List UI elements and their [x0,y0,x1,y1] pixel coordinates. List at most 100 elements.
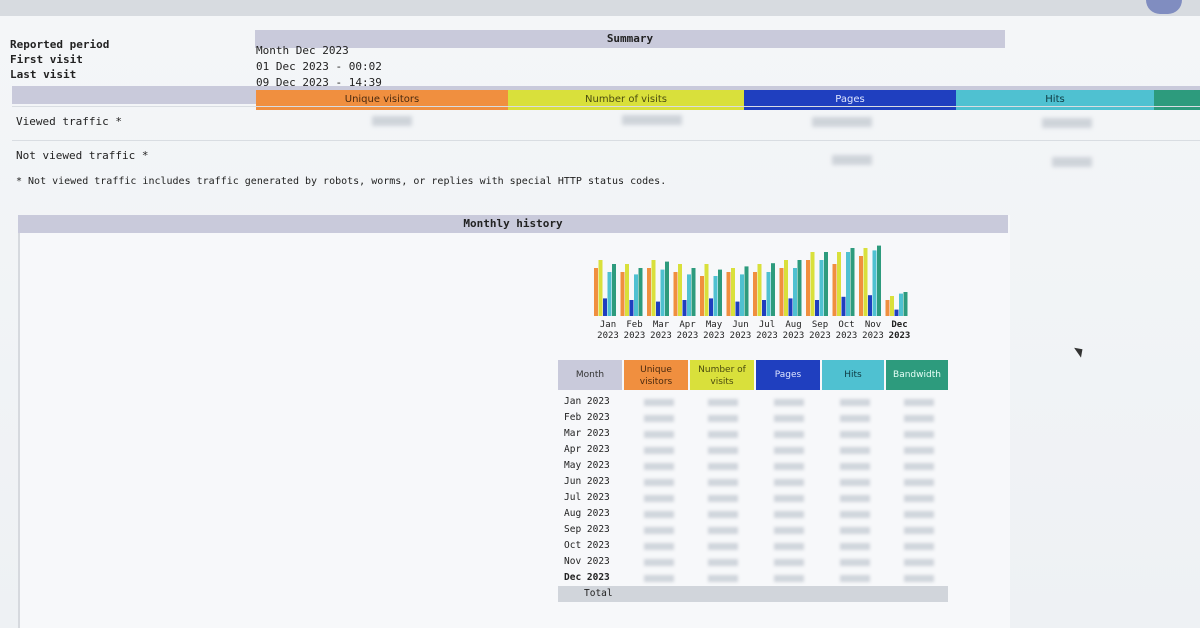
month-tick-label: May [705,320,723,330]
table-row-month: Oct 2023 [564,540,610,551]
traffic-footnote: * Not viewed traffic includes traffic ge… [16,176,667,187]
month-tick: Jun 2023 [727,320,755,342]
bar-unique-visitors-8 [806,260,810,316]
month-tick-label: Jul [758,320,776,330]
bar-number-of-visits-8 [810,252,815,316]
bar-hits-3 [687,274,691,316]
blurred-cell [708,575,738,582]
bar-number-of-visits-1 [625,264,629,316]
bar-unique-visitors-10 [859,256,863,316]
bar-unique-visitors-6 [753,272,757,316]
blurred-cell [840,447,870,454]
blurred-cell [840,559,870,566]
blurred-cell [774,575,804,582]
bar-hits-6 [766,272,771,316]
bar-hits-5 [740,274,744,316]
th-number-of-visits: Number of visits [690,360,754,390]
bar-bandwidth-1 [638,268,643,316]
blurred-cell [904,527,934,534]
table-row-month: Apr 2023 [564,444,610,455]
blurred-cell [840,415,870,422]
table-row: Aug 2023 [558,506,948,522]
bar-unique-visitors-7 [779,268,784,316]
blurred-cell [904,415,934,422]
monthly-history-table: Month Unique visitors Number of visits P… [558,360,948,610]
bar-hits-0 [607,272,612,316]
bar-number-of-visits-2 [651,260,656,316]
summary-title: Summary [255,30,1005,48]
blurred-cell [644,527,674,534]
table-row-month: Sep 2023 [564,524,610,535]
last-visit-label: Last visit [10,68,77,81]
bar-hits-10 [872,250,877,316]
month-tick-year: 2023 [676,331,699,341]
table-row: Feb 2023 [558,410,948,426]
bar-number-of-visits-0 [598,260,603,316]
monthly-history-chart: Jan 2023 Feb 2023 Mar 2023 Apr 2023 May 2023 Jun 20… [590,236,920,346]
bar-unique-visitors-1 [620,272,625,316]
blurred-cell [644,431,674,438]
blurred-cell [708,447,738,454]
first-visit-value: 01 Dec 2023 - 00:02 [256,60,382,73]
month-tick: Oct 2023 [833,320,861,342]
blurred-cell [774,431,804,438]
bar-bandwidth-9 [850,248,855,316]
bar-hits-9 [846,252,850,316]
blurred-value [622,115,682,125]
month-tick-label: Apr [679,320,696,330]
blurred-cell [774,399,804,406]
table-row-month: Jan 2023 [564,396,610,407]
bar-number-of-visits-7 [784,260,788,316]
table-row-month: Jul 2023 [564,492,610,503]
table-row: Nov 2023 [558,554,948,570]
table-total-row: Total [558,586,948,602]
month-tick-year: 2023 [888,331,911,341]
blurred-cell [904,479,934,486]
table-row-month: Aug 2023 [564,508,610,519]
th-unique-visitors: Unique visitors [624,360,688,390]
total-label: Total [584,588,613,599]
month-tick: Aug 2023 [780,320,808,342]
first-visit-label: First visit [10,53,83,66]
blurred-cell [840,399,870,406]
blurred-cell [644,511,674,518]
blurred-cell [774,479,804,486]
bar-number-of-visits-11 [890,296,894,316]
page: Summary Reported period Month Dec 2023 F… [0,0,1200,628]
month-tick: Mar 2023 [647,320,675,342]
blurred-cell [708,511,738,518]
mouse-cursor-icon [1074,344,1086,358]
table-row: Dec 2023 [558,570,948,586]
table-row: Jan 2023 [558,394,948,410]
blurred-cell [644,559,674,566]
blurred-cell [904,559,934,566]
blurred-cell [904,431,934,438]
bar-hits-8 [819,260,824,316]
month-tick-label: Mar [652,320,670,330]
viewed-traffic-row: Viewed traffic * [12,106,1200,139]
blurred-cell [644,415,674,422]
blurred-cell [708,495,738,502]
reported-period-label: Reported period [10,38,110,51]
bar-number-of-visits-10 [863,248,868,316]
bar-bandwidth-3 [691,268,696,316]
bar-pages-8 [815,300,819,316]
bar-pages-10 [868,295,872,316]
bar-pages-9 [841,296,846,316]
table-row: Sep 2023 [558,522,948,538]
blurred-cell [774,511,804,518]
month-tick-label: Aug [785,320,802,330]
blurred-cell [644,479,674,486]
month-tick: Jul 2023 [753,320,781,342]
blurred-cell [708,479,738,486]
bar-bandwidth-2 [665,261,669,316]
table-row: Oct 2023 [558,538,948,554]
month-tick-year: 2023 [782,331,805,341]
bar-bandwidth-8 [824,252,828,316]
month-tick: Dec 2023 [886,320,914,342]
blurred-cell [904,495,934,502]
month-tick-label: Oct [838,320,855,330]
blurred-cell [644,399,674,406]
table-row-month: Feb 2023 [564,412,610,423]
bar-hits-4 [713,276,718,316]
